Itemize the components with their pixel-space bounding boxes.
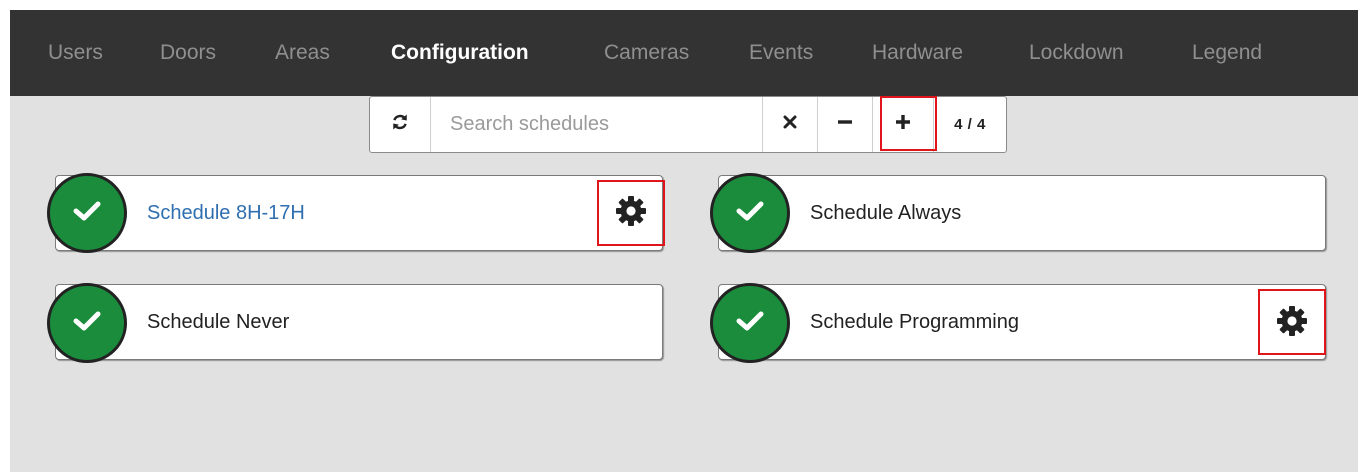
check-icon — [72, 309, 102, 338]
search-input[interactable] — [432, 97, 762, 152]
toolbar-divider — [430, 97, 431, 152]
schedule-name[interactable]: Schedule Programming — [810, 310, 1019, 334]
nav-item-users[interactable]: Users — [48, 10, 103, 96]
check-icon — [72, 199, 102, 228]
collapse-button[interactable] — [818, 97, 872, 152]
schedule-status-toggle[interactable] — [710, 173, 790, 253]
app-frame: Users Doors Areas Configuration Cameras … — [10, 10, 1358, 472]
nav-item-lockdown[interactable]: Lockdown — [1029, 10, 1124, 96]
schedule-count: 4 / 4 — [934, 97, 1006, 152]
nav-item-legend[interactable]: Legend — [1192, 10, 1262, 96]
check-icon — [735, 199, 765, 228]
schedule-card: Schedule Always — [718, 175, 1326, 251]
nav-item-events[interactable]: Events — [749, 10, 813, 96]
clear-icon — [783, 115, 797, 134]
schedule-card: Schedule 8H-17H — [55, 175, 665, 251]
nav-item-configuration[interactable]: Configuration — [391, 10, 529, 96]
schedule-name[interactable]: Schedule Never — [147, 310, 289, 334]
refresh-icon — [391, 113, 409, 136]
nav-item-areas[interactable]: Areas — [275, 10, 330, 96]
count-label: 4 / 4 — [954, 116, 986, 133]
schedule-status-toggle[interactable] — [47, 173, 127, 253]
schedule-status-toggle[interactable] — [710, 283, 790, 363]
nav-item-hardware[interactable]: Hardware — [872, 10, 963, 96]
schedule-card: Schedule Never — [55, 284, 663, 360]
nav-item-cameras[interactable]: Cameras — [604, 10, 689, 96]
schedule-status-toggle[interactable] — [47, 283, 127, 363]
settings-highlight — [597, 180, 665, 246]
add-button-highlight — [880, 96, 937, 151]
schedule-name-link[interactable]: Schedule 8H-17H — [147, 201, 305, 225]
schedule-card: Schedule Programming — [718, 284, 1326, 360]
refresh-button[interactable] — [370, 97, 430, 152]
minus-icon — [836, 113, 854, 136]
nav-item-doors[interactable]: Doors — [160, 10, 216, 96]
check-icon — [735, 309, 765, 338]
top-navigation: Users Doors Areas Configuration Cameras … — [10, 10, 1358, 96]
settings-highlight — [1258, 289, 1326, 355]
schedule-toolbar: 4 / 4 — [369, 96, 1007, 153]
clear-search-button[interactable] — [763, 97, 817, 152]
schedule-name[interactable]: Schedule Always — [810, 201, 961, 225]
